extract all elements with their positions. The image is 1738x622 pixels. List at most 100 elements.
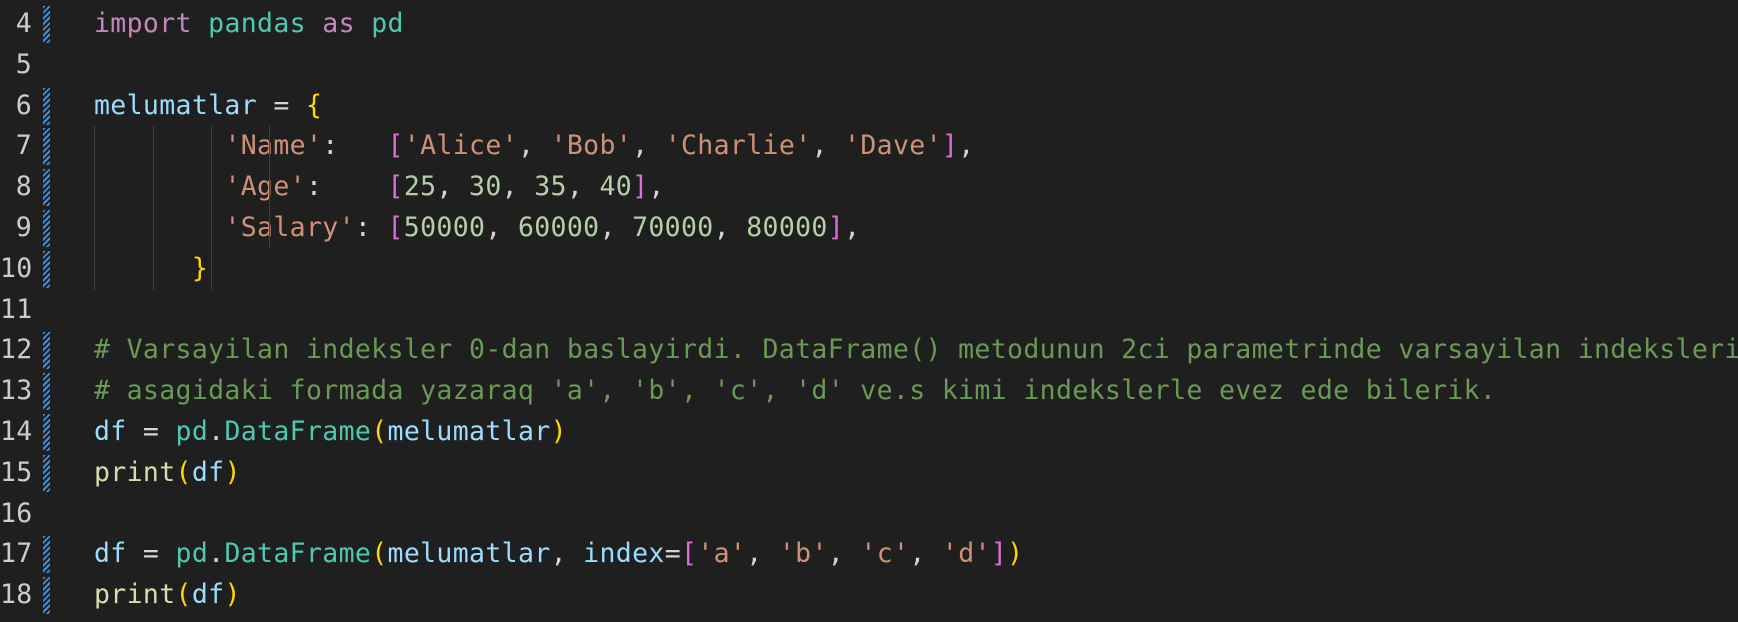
code-token: 'Charlie' bbox=[664, 130, 812, 162]
code-token: , bbox=[501, 171, 535, 203]
code-line[interactable]: 10 } bbox=[0, 249, 1738, 290]
gutter-change-marker[interactable] bbox=[43, 87, 50, 125]
code-line[interactable]: 9 'Salary': [50000, 60000, 70000, 80000]… bbox=[0, 208, 1738, 249]
code-token: ] bbox=[990, 538, 1008, 570]
code-token: 'b' bbox=[778, 538, 828, 570]
line-number[interactable]: 5 bbox=[0, 45, 32, 86]
code-token: 'Age' bbox=[224, 171, 306, 203]
code-token: as bbox=[322, 8, 355, 39]
code-token: , bbox=[485, 212, 518, 243]
code-line[interactable]: 4 import pandas as pd bbox=[0, 4, 1738, 45]
code-token: . bbox=[208, 416, 225, 447]
gutter-change-marker[interactable] bbox=[43, 169, 50, 207]
code-text[interactable]: 'Name': ['Alice', 'Bob', 'Charlie', 'Dav… bbox=[94, 126, 975, 167]
code-token: = bbox=[257, 89, 306, 121]
code-token: df bbox=[191, 456, 225, 488]
code-line[interactable]: 12 # Varsayilan indeksler 0-dan baslayird… bbox=[0, 330, 1738, 371]
code-token: melumatlar bbox=[387, 416, 551, 447]
code-token: pd bbox=[175, 538, 209, 570]
code-text[interactable]: 'Age': [25, 30, 35, 40], bbox=[94, 167, 665, 208]
code-token: , bbox=[746, 538, 779, 570]
line-number[interactable]: 15 bbox=[0, 453, 32, 494]
code-token: 'c' bbox=[860, 538, 910, 570]
indent-guide bbox=[211, 126, 212, 290]
line-number[interactable]: 10 bbox=[0, 249, 32, 290]
gutter-change-marker[interactable] bbox=[43, 128, 50, 166]
code-token: = bbox=[126, 538, 176, 570]
code-token: 'Salary' bbox=[224, 212, 355, 243]
gutter-change-marker[interactable] bbox=[43, 6, 50, 43]
gutter-change-marker[interactable] bbox=[43, 577, 50, 615]
code-token: import bbox=[94, 8, 192, 39]
line-number[interactable]: 8 bbox=[0, 167, 32, 208]
code-text[interactable]: } bbox=[94, 249, 208, 290]
code-token: . bbox=[208, 538, 225, 570]
line-number[interactable]: 11 bbox=[0, 290, 32, 331]
code-line[interactable]: 18 print(df) bbox=[0, 575, 1738, 616]
code-token: print bbox=[94, 456, 176, 488]
code-line[interactable]: 7 'Name': ['Alice', 'Bob', 'Charlie', 'D… bbox=[0, 126, 1738, 167]
code-token: df bbox=[191, 579, 225, 611]
code-text[interactable]: # Varsayilan indeksler 0-dan baslayirdi.… bbox=[94, 330, 1738, 371]
code-token: , bbox=[713, 212, 747, 243]
code-token: ( bbox=[371, 538, 388, 570]
code-token: , bbox=[909, 538, 942, 570]
code-line[interactable]: 14 df = pd.DataFrame(melumatlar) bbox=[0, 412, 1738, 453]
code-text[interactable]: import pandas as pd bbox=[94, 4, 404, 45]
code-line[interactable]: 6 melumatlar = { bbox=[0, 86, 1738, 127]
gutter-change-marker[interactable] bbox=[43, 454, 50, 492]
code-token: ) bbox=[224, 456, 241, 488]
line-number[interactable]: 6 bbox=[0, 86, 32, 127]
code-line[interactable]: 15 print(df) bbox=[0, 453, 1738, 494]
code-token: df bbox=[94, 538, 127, 570]
line-number[interactable]: 18 bbox=[0, 575, 32, 616]
code-token: 'Dave' bbox=[844, 130, 942, 162]
code-token: DataFrame bbox=[224, 538, 372, 570]
line-number[interactable]: 16 bbox=[0, 494, 32, 535]
code-line[interactable]: 16 bbox=[0, 494, 1738, 535]
code-text[interactable]: print(df) bbox=[94, 575, 241, 616]
code-line[interactable]: 13 # asagidaki formada yazaraq 'a', 'b', … bbox=[0, 371, 1738, 412]
code-token: 70000 bbox=[632, 212, 714, 243]
code-token: , bbox=[632, 130, 665, 162]
code-token: , bbox=[827, 538, 861, 570]
code-line[interactable]: 17 df = pd.DataFrame(melumatlar, index=['… bbox=[0, 534, 1738, 575]
gutter-change-marker[interactable] bbox=[43, 536, 50, 574]
line-number[interactable]: 9 bbox=[0, 208, 32, 249]
code-text[interactable]: # asagidaki formada yazaraq 'a', 'b', 'c… bbox=[94, 371, 1496, 412]
code-line[interactable]: 8 'Age': [25, 30, 35, 40], bbox=[0, 167, 1738, 208]
gutter-change-marker[interactable] bbox=[43, 210, 50, 247]
code-token: 'Name' bbox=[224, 130, 323, 162]
line-number[interactable]: 14 bbox=[0, 412, 32, 453]
code-text[interactable]: print(df) bbox=[94, 453, 241, 494]
code-token: 'Alice' bbox=[403, 130, 518, 162]
gutter-change-marker[interactable] bbox=[43, 250, 50, 288]
code-text[interactable]: df = pd.DataFrame(melumatlar, index=['a'… bbox=[94, 534, 1023, 575]
code-token: ] bbox=[941, 130, 959, 162]
gutter-change-marker[interactable] bbox=[43, 414, 50, 451]
code-token: , bbox=[436, 171, 470, 203]
code-line[interactable]: 5 bbox=[0, 45, 1738, 86]
line-number[interactable]: 17 bbox=[0, 534, 32, 575]
code-token: df bbox=[94, 416, 127, 447]
code-token: : bbox=[322, 130, 388, 162]
code-token: ( bbox=[175, 456, 192, 488]
code-editor[interactable]: 4 import pandas as pd 5 6 melumatlar = {7 'N… bbox=[0, 0, 1738, 622]
line-number[interactable]: 7 bbox=[0, 126, 32, 167]
code-token: 35 bbox=[534, 171, 567, 203]
code-line[interactable]: 11 bbox=[0, 290, 1738, 331]
line-number[interactable]: 12 bbox=[0, 330, 32, 371]
code-token: 'Bob' bbox=[550, 130, 633, 162]
gutter-change-marker[interactable] bbox=[43, 373, 50, 411]
code-text[interactable]: melumatlar = { bbox=[94, 86, 322, 127]
code-text[interactable]: df = pd.DataFrame(melumatlar) bbox=[94, 412, 567, 453]
line-number[interactable]: 13 bbox=[0, 371, 32, 412]
gutter-change-marker[interactable] bbox=[43, 332, 50, 370]
line-number[interactable]: 4 bbox=[0, 4, 32, 45]
code-text[interactable]: 'Salary': [50000, 60000, 70000, 80000], bbox=[94, 208, 860, 249]
code-token: 25 bbox=[403, 171, 437, 203]
code-token: [ bbox=[387, 171, 404, 203]
